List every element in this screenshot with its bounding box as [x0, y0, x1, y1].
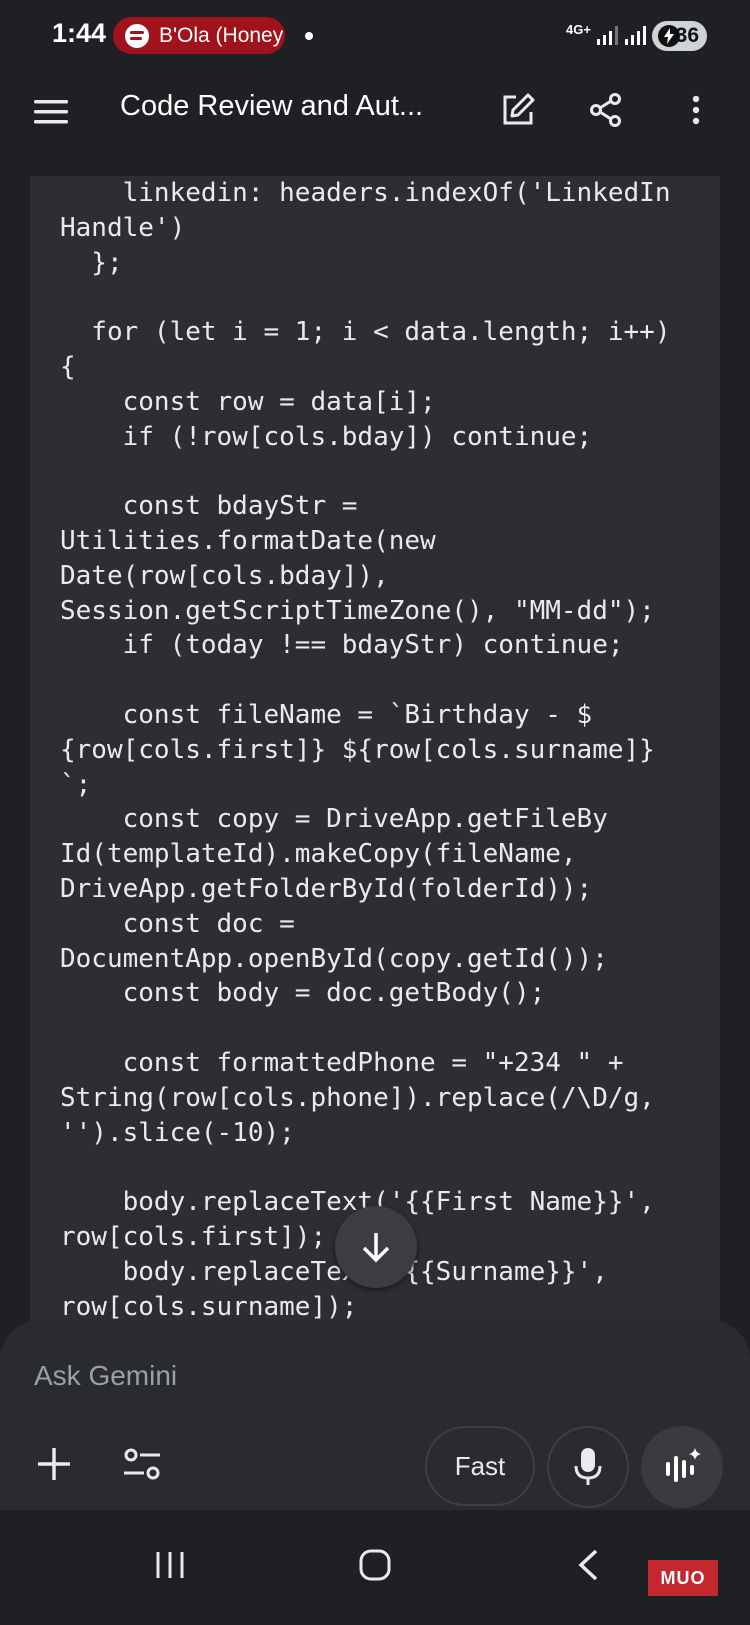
signal-icon: [625, 26, 646, 45]
app-bar: Code Review and Aut...: [0, 72, 750, 148]
code-line: {row[cols.first]} ${row[cols.surname]}: [60, 734, 655, 765]
more-options-button[interactable]: [672, 86, 720, 134]
arrow-down-icon: [362, 1233, 390, 1263]
code-line: DocumentApp.openById(copy.getId());: [60, 943, 608, 974]
code-line: Session.getScriptTimeZone(), "MM-dd");: [60, 595, 655, 626]
charging-icon: [658, 25, 680, 47]
battery-indicator: 36: [652, 21, 707, 51]
menu-button[interactable]: [28, 88, 76, 136]
back-icon: [578, 1549, 598, 1581]
gemini-live-button[interactable]: [641, 1426, 723, 1508]
code-line: const body = doc.getBody();: [60, 978, 546, 1009]
code-line: for (let i = 1; i < data.length; i++): [60, 317, 671, 348]
spotify-icon: [125, 23, 149, 48]
media-playing-chip[interactable]: B'Ola (Honey: [113, 17, 285, 54]
recents-button[interactable]: [140, 1540, 200, 1590]
edit-icon: [503, 93, 535, 125]
code-line: const row = data[i];: [60, 386, 436, 417]
code-line: Utilities.formatDate(new: [60, 525, 436, 556]
watermark-logo: MUO: [648, 1560, 718, 1596]
code-line: DriveApp.getFolderById(folderId));: [60, 873, 593, 904]
code-block[interactable]: linkedin: headers.indexOf('LinkedIn Hand…: [30, 176, 720, 1326]
code-line: Date(row[cols.bday]),: [60, 560, 389, 591]
mic-icon: [574, 1448, 602, 1485]
code-line: {: [60, 351, 76, 382]
code-line: const formattedPhone = "+234 " +: [60, 1047, 624, 1078]
code-line: Id(templateId).makeCopy(fileName,: [60, 839, 577, 870]
notification-dot: [305, 32, 313, 40]
code-line: const fileName = `Birthday - $: [60, 699, 593, 730]
code-line: `;: [60, 769, 92, 800]
prompt-panel: Ask Gemini Fast: [0, 1320, 750, 1510]
home-icon: [359, 1549, 391, 1581]
share-button[interactable]: [582, 86, 630, 134]
code-line: const doc =: [60, 908, 295, 939]
home-button[interactable]: [345, 1540, 405, 1590]
code-line: const bdayStr =: [60, 491, 358, 522]
conversation-title[interactable]: Code Review and Aut...: [120, 90, 423, 123]
microphone-button[interactable]: [547, 1426, 629, 1508]
code-line: String(row[cols.phone]).replace(/\D/g,: [60, 1082, 655, 1113]
code-line: if (!row[cols.bday]) continue;: [60, 421, 593, 452]
scroll-to-bottom-button[interactable]: [335, 1206, 417, 1288]
menu-icon: [34, 100, 68, 124]
network-type: 4G+: [566, 22, 591, 37]
back-button[interactable]: [558, 1540, 618, 1590]
status-bar: 1:44 B'Ola (Honey 4G+ 36: [0, 0, 750, 72]
code-line: body.replaceText('{{Surname}}',: [60, 1256, 608, 1287]
prompt-input[interactable]: Ask Gemini: [34, 1360, 177, 1392]
tools-button[interactable]: [118, 1436, 166, 1492]
share-icon: [590, 93, 621, 127]
recents-icon: [156, 1552, 184, 1578]
code-content: linkedin: headers.indexOf('LinkedIn Hand…: [30, 176, 720, 1324]
tools-icon: [124, 1448, 160, 1480]
status-time: 1:44: [52, 18, 107, 48]
media-title: B'Ola (Honey: [159, 23, 284, 47]
more-vert-icon: [692, 95, 700, 125]
code-line: const copy = DriveApp.getFileBy: [60, 804, 608, 835]
model-mode-button[interactable]: Fast: [425, 1426, 535, 1506]
code-line: };: [60, 247, 123, 278]
code-line: '').slice(-10);: [60, 1117, 295, 1148]
code-line: if (today !== bdayStr) continue;: [60, 630, 624, 661]
live-waveform-icon: [666, 1448, 701, 1482]
add-button[interactable]: [30, 1436, 78, 1492]
signal-icon: [597, 26, 618, 45]
code-line: row[cols.surname]);: [60, 1291, 358, 1322]
new-chat-button[interactable]: [494, 86, 542, 134]
plus-icon: [38, 1448, 70, 1480]
code-line: row[cols.first]);: [60, 1221, 327, 1252]
code-line: linkedin: headers.indexOf('LinkedIn: [60, 178, 671, 208]
system-nav-bar: [0, 1510, 750, 1625]
code-line: Handle'): [60, 212, 186, 243]
